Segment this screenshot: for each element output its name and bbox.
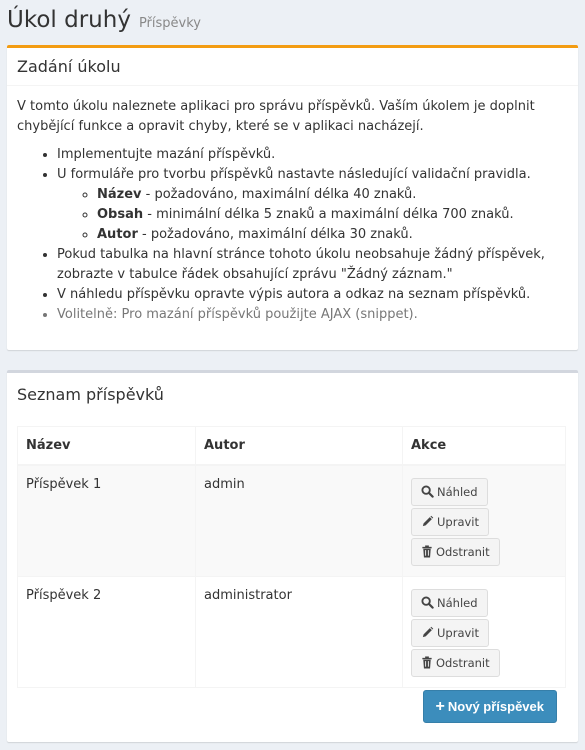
task-item: Pokud tabulka na hlavní stránce tohoto ú… [57,245,568,285]
rule-item: Název - požadováno, maximální délka 40 z… [97,185,568,205]
rule-item: Autor - požadováno, maximální délka 30 z… [97,225,568,245]
pencil-icon [421,626,434,639]
delete-button[interactable]: Odstranit [411,648,500,677]
post-name-cell: Příspěvek 2 [17,575,196,687]
validation-rules: Název - požadováno, maximální délka 40 z… [57,185,568,245]
view-button[interactable]: Náhled [411,588,488,617]
trash-icon [421,656,433,669]
task-item: V náhledu příspěvku opravte výpis autora… [57,285,568,305]
table-row: Příspěvek 2 administrator Náhled Upravit… [17,575,566,687]
post-name-cell: Příspěvek 1 [17,464,196,576]
edit-button[interactable]: Upravit [411,507,490,536]
post-actions-cell: Náhled Upravit Odstranit [402,575,566,687]
edit-button[interactable]: Upravit [411,618,490,647]
new-post-button[interactable]: + Nový příspěvek [422,690,557,723]
table-row: Příspěvek 1 admin Náhled Upravit Odstran… [17,464,566,576]
view-button-label: Náhled [437,595,478,610]
trash-icon [421,545,433,558]
new-post-button-label: Nový příspěvek [447,699,544,714]
column-header-actions: Akce [402,426,566,466]
assignment-box-header: Zadání úkolu [7,48,578,86]
column-header-name: Název [17,426,196,466]
post-author-cell: admin [195,464,403,576]
rule-text: - požadováno, maximální délka 30 znaků. [137,227,413,242]
task-item-optional: Volitelně: Pro mazání příspěvků použijte… [57,305,568,325]
rule-item: Obsah - minimální délka 5 znaků a maximá… [97,205,568,225]
rule-field: Autor [97,227,138,242]
posts-box: Seznam příspěvků Název Autor Akce Příspě… [7,370,578,742]
plus-icon: + [435,697,445,715]
assignment-box: Zadání úkolu V tomto úkolu naleznete apl… [7,45,578,350]
search-icon [421,596,434,609]
search-icon [421,485,434,498]
posts-title: Seznam příspěvků [17,384,164,404]
table-header-row: Název Autor Akce [17,426,566,466]
delete-button-label: Odstranit [436,544,490,559]
page-subtitle: Příspěvky [138,16,201,31]
posts-table: Název Autor Akce Příspěvek 1 admin Náhle… [17,426,566,688]
post-actions-cell: Náhled Upravit Odstranit [402,464,566,576]
assignment-title: Zadání úkolu [17,57,121,76]
edit-button-label: Upravit [437,514,480,529]
assignment-body: V tomto úkolu naleznete aplikaci pro spr… [7,86,578,336]
action-buttons: Náhled Upravit Odstranit [411,588,557,679]
page-header: Úkol druhý Příspěvky [7,0,201,40]
task-item: Implementujte mazání příspěvků. [57,145,568,165]
assignment-intro: V tomto úkolu naleznete aplikaci pro spr… [17,99,535,134]
task-list: Implementujte mazání příspěvků. U formul… [17,145,568,325]
page-title: Úkol druhý [7,7,131,33]
action-buttons: Náhled Upravit Odstranit [411,477,557,568]
rule-text: - minimální délka 5 znaků a maximální dé… [143,207,514,222]
post-author-cell: administrator [195,575,403,687]
rule-field: Název [97,187,142,202]
column-header-author: Autor [195,426,403,466]
task-item-text: U formuláře pro tvorbu příspěvků nastavt… [57,167,531,182]
edit-button-label: Upravit [437,625,480,640]
rule-text: - požadováno, maximální délka 40 znaků. [141,187,417,202]
view-button-label: Náhled [437,484,478,499]
delete-button-label: Odstranit [436,655,490,670]
posts-box-header: Seznam příspěvků [7,373,578,415]
delete-button[interactable]: Odstranit [411,537,500,566]
task-item: U formuláře pro tvorbu příspěvků nastavt… [57,165,568,245]
pencil-icon [421,515,434,528]
rule-field: Obsah [97,207,144,222]
view-button[interactable]: Náhled [411,477,488,506]
